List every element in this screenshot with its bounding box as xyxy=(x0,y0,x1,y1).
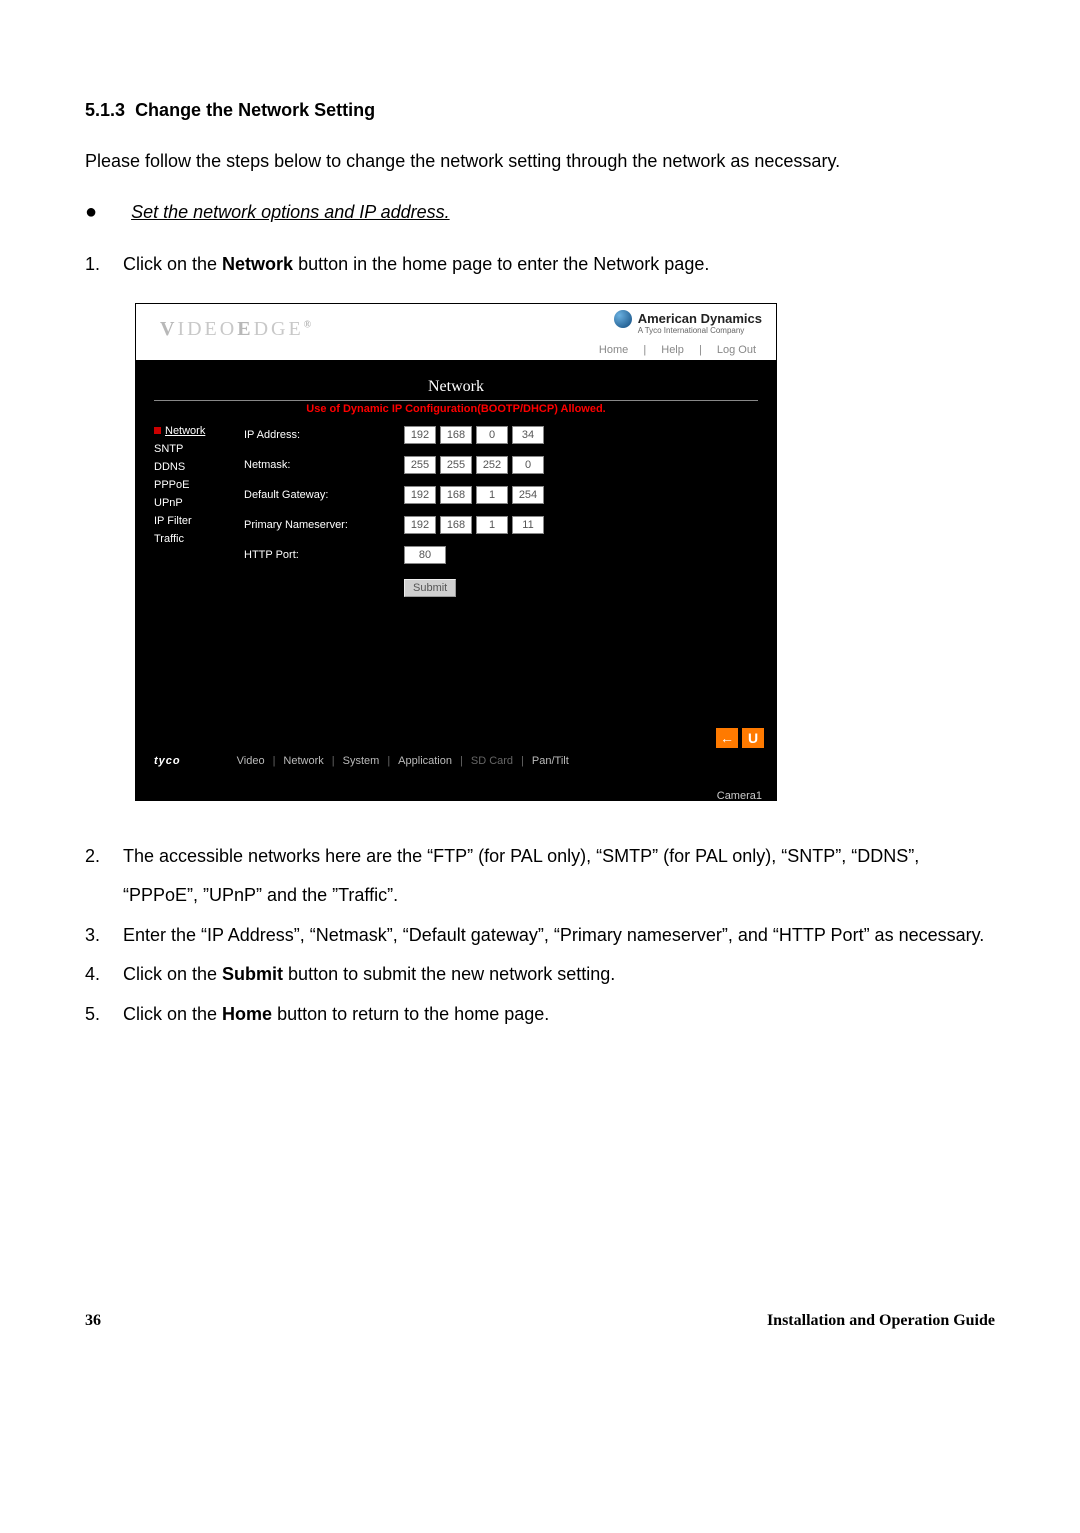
intro-text: Please follow the steps below to change … xyxy=(85,151,995,172)
ip-address-label: IP Address: xyxy=(244,429,404,441)
page-footer: 36 Installation and Operation Guide xyxy=(85,1312,995,1330)
step-text: Click on the Home button to return to th… xyxy=(123,995,995,1035)
step-2: 2. The accessible networks here are the … xyxy=(85,837,995,916)
netmask-label: Netmask: xyxy=(244,459,404,471)
step-number: 5. xyxy=(85,995,123,1035)
dns-octet-2[interactable] xyxy=(440,516,472,534)
mask-octet-2[interactable] xyxy=(440,456,472,474)
active-marker-icon xyxy=(154,427,161,434)
sidebar-item-network[interactable]: Network xyxy=(154,425,228,437)
tab-sdcard[interactable]: SD Card xyxy=(463,755,521,767)
step-5: 5. Click on the Home button to return to… xyxy=(85,995,995,1035)
section-heading: 5.1.3 Change the Network Setting xyxy=(85,100,995,121)
ip-octet-3[interactable] xyxy=(476,426,508,444)
sidebar-item-pppoe[interactable]: PPPoE xyxy=(154,479,228,491)
sidebar-item-ipfilter[interactable]: IP Filter xyxy=(154,515,228,527)
divider xyxy=(154,400,758,401)
sidebar-item-upnp[interactable]: UPnP xyxy=(154,497,228,509)
tab-pantilt[interactable]: Pan/Tilt xyxy=(524,755,577,767)
step-4: 4. Click on the Submit button to submit … xyxy=(85,955,995,995)
globe-icon xyxy=(614,310,632,328)
tab-network[interactable]: Network xyxy=(275,755,331,767)
logout-link[interactable]: Log Out xyxy=(717,344,756,356)
network-settings-screenshot: VIDEOEDGE® American Dynamics A Tyco Inte… xyxy=(135,303,777,801)
help-link[interactable]: Help xyxy=(661,344,684,356)
mask-octet-3[interactable] xyxy=(476,456,508,474)
gw-octet-2[interactable] xyxy=(440,486,472,504)
ip-octet-1[interactable] xyxy=(404,426,436,444)
tab-system[interactable]: System xyxy=(335,755,388,767)
sidebar: Network SNTP DDNS PPPoE UPnP IP Filter T… xyxy=(154,425,228,597)
mask-octet-4[interactable] xyxy=(512,456,544,474)
ip-octet-2[interactable] xyxy=(440,426,472,444)
step-number: 4. xyxy=(85,955,123,995)
dns-octet-3[interactable] xyxy=(476,516,508,534)
top-links: Home | Help | Log Out xyxy=(593,344,762,356)
back-button[interactable]: ← xyxy=(716,728,738,748)
bullet-icon: ● xyxy=(85,202,97,222)
page-number: 36 xyxy=(85,1312,101,1330)
bottom-tabs: tyco Video| Network| System| Application… xyxy=(136,752,776,770)
bullet-text: Set the network options and IP address. xyxy=(131,202,450,223)
sidebar-item-sntp[interactable]: SNTP xyxy=(154,443,228,455)
bullet-item: ● Set the network options and IP address… xyxy=(85,202,995,223)
step-text: Click on the Network button in the home … xyxy=(123,245,995,285)
videoedge-logo: VIDEOEDGE® xyxy=(160,318,311,341)
step-1: 1. Click on the Network button in the ho… xyxy=(85,245,995,285)
arrow-left-icon: ← xyxy=(720,730,734,746)
http-port-label: HTTP Port: xyxy=(244,549,404,561)
section-title: Change the Network Setting xyxy=(135,100,375,120)
gateway-label: Default Gateway: xyxy=(244,489,404,501)
dns-label: Primary Nameserver: xyxy=(244,519,404,531)
page-title: Network xyxy=(136,378,776,396)
brand-subtitle: A Tyco International Company xyxy=(638,326,762,335)
sidebar-item-ddns[interactable]: DDNS xyxy=(154,461,228,473)
tab-video[interactable]: Video xyxy=(229,755,273,767)
footer-title: Installation and Operation Guide xyxy=(767,1312,995,1330)
submit-button[interactable]: Submit xyxy=(404,579,456,597)
brand-name: American Dynamics xyxy=(638,311,762,326)
ip-octet-4[interactable] xyxy=(512,426,544,444)
action-badges: ← U xyxy=(716,728,764,748)
step-text: Enter the “IP Address”, “Netmask”, “Defa… xyxy=(123,916,995,956)
sidebar-item-traffic[interactable]: Traffic xyxy=(154,533,228,545)
mask-octet-1[interactable] xyxy=(404,456,436,474)
step-number: 2. xyxy=(85,837,123,916)
tyco-logo: tyco xyxy=(154,755,181,767)
step-3: 3. Enter the “IP Address”, “Netmask”, “D… xyxy=(85,916,995,956)
brand-block: American Dynamics A Tyco International C… xyxy=(614,310,762,335)
gw-octet-1[interactable] xyxy=(404,486,436,504)
network-form: IP Address: Netmask: xyxy=(228,425,758,597)
step-text: The accessible networks here are the “FT… xyxy=(123,837,995,916)
section-number: 5.1.3 xyxy=(85,100,125,120)
dns-octet-1[interactable] xyxy=(404,516,436,534)
gw-octet-3[interactable] xyxy=(476,486,508,504)
dns-octet-4[interactable] xyxy=(512,516,544,534)
dhcp-warning: Use of Dynamic IP Configuration(BOOTP/DH… xyxy=(136,403,776,415)
tab-application[interactable]: Application xyxy=(390,755,460,767)
home-link[interactable]: Home xyxy=(599,344,628,356)
step-number: 3. xyxy=(85,916,123,956)
step-text: Click on the Submit button to submit the… xyxy=(123,955,995,995)
gw-octet-4[interactable] xyxy=(512,486,544,504)
http-port-input[interactable] xyxy=(404,546,446,564)
camera-label: Camera1 xyxy=(717,790,762,802)
u-button[interactable]: U xyxy=(742,728,764,748)
step-number: 1. xyxy=(85,245,123,285)
